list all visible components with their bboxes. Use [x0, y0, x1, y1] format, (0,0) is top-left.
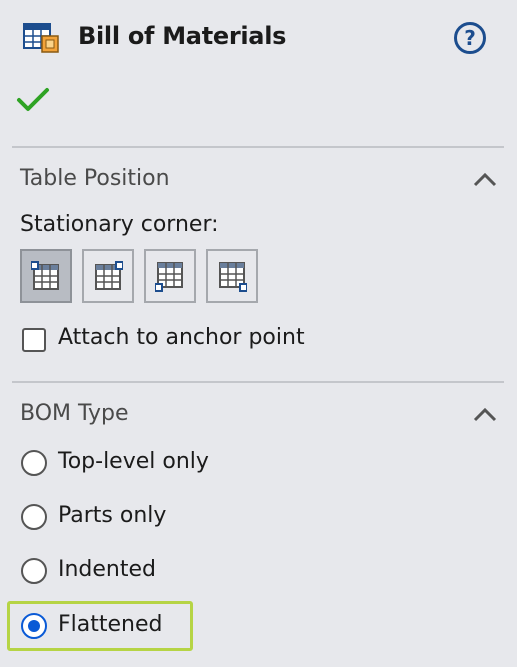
- radio-parts-only[interactable]: [21, 504, 47, 530]
- checkmark-icon: [17, 88, 49, 111]
- stationary-corner-label: Stationary corner:: [20, 212, 219, 237]
- help-button[interactable]: ?: [454, 22, 486, 54]
- table-top-left-icon: [31, 261, 59, 290]
- bom-table-icon: [23, 23, 59, 53]
- table-bottom-right-icon: [219, 262, 247, 292]
- radio-flattened[interactable]: [21, 613, 47, 639]
- radio-indented[interactable]: [21, 558, 47, 584]
- attach-anchor-label[interactable]: Attach to anchor point: [58, 325, 305, 350]
- corner-bottom-left-button[interactable]: [144, 249, 196, 303]
- option-indented-label[interactable]: Indented: [58, 557, 156, 582]
- bom-type-header[interactable]: BOM Type: [20, 401, 129, 426]
- attach-anchor-checkbox[interactable]: [22, 328, 46, 352]
- page-title: Bill of Materials: [78, 22, 287, 50]
- option-flattened-label[interactable]: Flattened: [58, 612, 162, 637]
- table-top-right-icon: [95, 261, 123, 290]
- chevron-up-icon[interactable]: [470, 405, 500, 425]
- ok-button[interactable]: [16, 86, 50, 114]
- option-top-level-only-label[interactable]: Top-level only: [58, 449, 209, 474]
- table-position-header[interactable]: Table Position: [20, 166, 170, 191]
- option-parts-only-label[interactable]: Parts only: [58, 503, 166, 528]
- property-manager-header: Bill of Materials ?: [0, 0, 517, 111]
- radio-top-level-only[interactable]: [21, 450, 47, 476]
- corner-bottom-right-button[interactable]: [206, 249, 258, 303]
- table-bottom-left-icon: [155, 262, 183, 292]
- corner-top-right-button[interactable]: [82, 249, 134, 303]
- corner-top-left-button[interactable]: [20, 249, 72, 303]
- chevron-up-icon[interactable]: [470, 170, 500, 190]
- section-divider: [12, 381, 504, 383]
- section-divider: [12, 146, 504, 148]
- help-icon: ?: [464, 26, 476, 50]
